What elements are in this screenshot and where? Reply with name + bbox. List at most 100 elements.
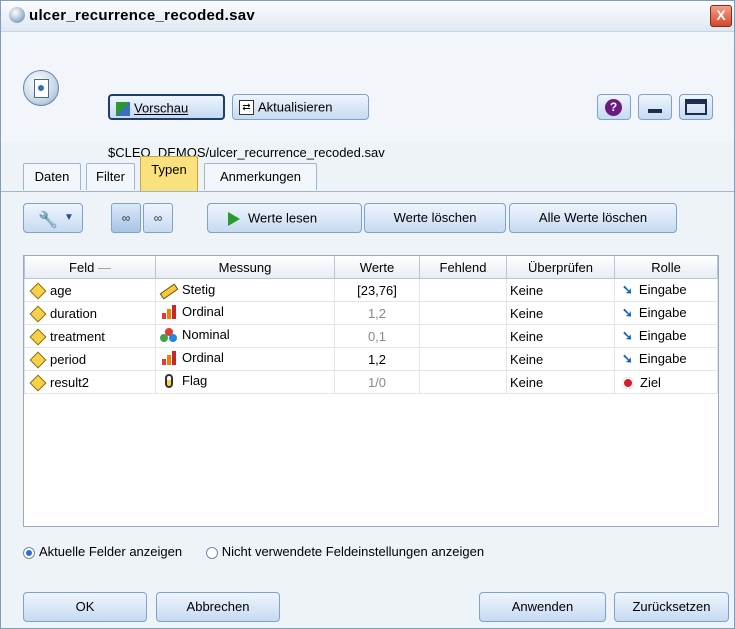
cell-role[interactable]: ➘ Eingabe [614,324,718,348]
table-row[interactable]: result2 Flag 1/0 Keine Ziel [24,370,718,394]
table-row[interactable]: age Stetig [23,76] Keine ➘ Eingabe [24,278,718,302]
tab-filter[interactable]: Filter [86,163,135,190]
tab-typen[interactable]: Typen [140,156,198,191]
cell-missing[interactable] [419,324,507,348]
radio-show-current[interactable]: Aktuelle Felder anzeigen [23,544,182,559]
cell-role[interactable]: Ziel [614,370,718,394]
column-header-measure[interactable]: Messung [155,256,335,279]
window-title: ulcer_recurrence_recoded.sav [29,7,256,24]
column-header-check[interactable]: Überprüfen [506,256,615,279]
nominal-dots-icon [159,327,179,345]
cell-missing[interactable] [419,347,507,371]
cell-check[interactable]: Keine [506,301,615,325]
close-button[interactable]: X [710,5,732,27]
cell-field[interactable]: age [24,278,156,302]
empty-row [25,463,718,486]
cell-check[interactable]: Keine [506,347,615,371]
display-options: Aktuelle Felder anzeigen Nicht verwendet… [23,544,504,559]
view-toggle-1[interactable]: ∞ [111,203,141,233]
cell-role[interactable]: ➘ Eingabe [614,301,718,325]
reset-button[interactable]: Zurücksetzen [614,592,729,622]
input-arrow-icon: ➘ [622,282,633,298]
cell-values[interactable]: 1,2 [334,347,420,371]
flag-icon [159,373,179,391]
clear-all-values-button[interactable]: Alle Werte löschen [509,203,677,233]
tab-daten[interactable]: Daten [23,163,81,190]
help-icon: ? [605,99,622,116]
cell-check[interactable]: Keine [506,324,615,348]
refresh-button[interactable]: ⇄ Aktualisieren [232,94,369,120]
target-icon [622,377,634,390]
types-toolbar: 🔧 ▼ ∞ ∞ Werte lesen Werte löschen Alle W… [1,201,734,237]
preview-button[interactable]: Vorschau [108,94,225,120]
cell-field[interactable]: result2 [24,370,156,394]
preview-icon [116,101,130,116]
ordinal-bars-icon [159,304,179,322]
column-header-field[interactable]: Feld — [24,256,156,279]
title-bar: ulcer_recurrence_recoded.sav X [1,1,734,32]
input-arrow-icon: ➘ [622,328,633,344]
cell-check[interactable]: Keine [506,278,615,302]
cell-measure[interactable]: Ordinal [155,347,335,371]
field-type-icon [29,374,47,392]
radio-show-unused[interactable]: Nicht verwendete Feldeinstellungen anzei… [205,544,484,559]
link-icon: ∞ [121,211,131,225]
node-header: Vorschau ⇄ Aktualisieren ? $CLEO_DEMOS/ul… [1,32,734,160]
ok-button[interactable]: OK [23,592,147,622]
cell-measure[interactable]: Stetig [155,278,335,302]
cell-check[interactable]: Keine [506,370,615,394]
cell-measure[interactable]: Nominal [155,324,335,348]
wrench-icon: 🔧 [38,212,58,229]
maximize-button[interactable] [679,94,713,120]
cell-missing[interactable] [419,370,507,394]
read-values-button[interactable]: Werte lesen [207,203,362,233]
cell-role[interactable]: ➘ Eingabe [614,347,718,371]
cell-field[interactable]: treatment [24,324,156,348]
refresh-label: Aktualisieren [258,99,333,115]
play-icon [228,211,240,226]
empty-row [25,394,718,417]
cell-missing[interactable] [419,278,507,302]
column-header-missing[interactable]: Fehlend [419,256,507,279]
ordinal-bars-icon [159,350,179,368]
cell-values[interactable]: 1/0 [334,370,420,394]
app-icon [9,7,25,23]
continuous-ruler-icon [159,283,179,300]
dialog-window: ulcer_recurrence_recoded.sav X Vorschau … [0,0,735,629]
table-row[interactable]: period Ordinal 1,2 Keine ➘ Eingabe [24,347,718,371]
radio-selected-icon [23,546,35,559]
cell-role[interactable]: ➘ Eingabe [614,278,718,302]
cell-field[interactable]: period [24,347,156,371]
help-button[interactable]: ? [597,94,631,120]
field-type-icon [29,351,47,369]
table-row[interactable]: duration Ordinal 1,2 Keine ➘ Eingabe [24,301,718,325]
cell-measure[interactable]: Ordinal [155,301,335,325]
cell-values[interactable]: 1,2 [334,301,420,325]
table-header-row: Feld — Messung Werte Fehlend Überprüfen … [24,256,718,279]
minimize-icon [648,109,662,113]
empty-row [25,440,718,463]
refresh-icon: ⇄ [239,100,254,116]
chevron-down-icon: ▼ [64,212,74,223]
cell-field[interactable]: duration [24,301,156,325]
radio-unselected-icon [205,546,218,559]
clear-values-button[interactable]: Werte löschen [364,203,506,233]
column-header-values[interactable]: Werte [334,256,420,279]
apply-button[interactable]: Anwenden [479,592,606,622]
cell-values[interactable]: 0,1 [334,324,420,348]
cancel-button[interactable]: Abbrechen [156,592,280,622]
field-type-icon [29,305,47,323]
tab-bar: Daten Filter Typen Anmerkungen [1,153,734,192]
sort-icon: — [97,259,111,275]
minimize-button[interactable] [638,94,672,120]
column-header-role[interactable]: Rolle [614,256,718,279]
empty-row [25,417,718,440]
cell-missing[interactable] [419,301,507,325]
cell-measure[interactable]: Flag [155,370,335,394]
table-row[interactable]: treatment Nominal 0,1 Keine ➘ Eingabe [24,324,718,348]
tab-anmerkungen[interactable]: Anmerkungen [204,163,317,190]
tools-menu-button[interactable]: 🔧 ▼ [23,203,83,233]
cell-values[interactable]: [23,76] [334,278,420,302]
view-toggle-2[interactable]: ∞ [143,203,173,233]
preview-label: Vorschau [134,100,189,116]
